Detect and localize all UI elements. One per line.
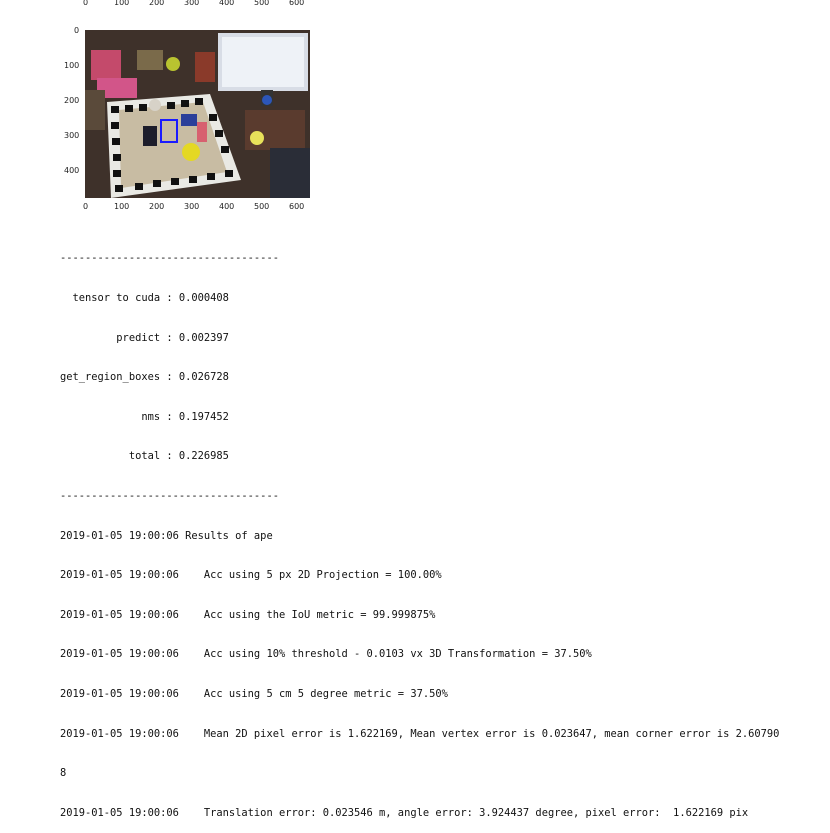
console-line: ----------------------------------- <box>60 489 279 502</box>
bottom-axis-tick: 200 <box>149 202 165 211</box>
top-axis-tick: 200 <box>149 0 165 7</box>
console-line: tensor to cuda : 0.000408 <box>60 292 229 304</box>
console-line: get_region_boxes : 0.026728 <box>60 371 229 384</box>
bottom-axis-tick: 0 <box>83 202 89 211</box>
console-output: ----------------------------------- tens… <box>60 226 830 833</box>
top-axis-tick: 300 <box>184 0 200 7</box>
top-axis-tick: 400 <box>219 0 235 7</box>
console-line: 2019-01-05 19:00:06 Acc using the IoU me… <box>60 608 436 621</box>
left-axis-tick: 200 <box>64 96 80 105</box>
left-axis-tick: 300 <box>64 131 80 140</box>
console-line: 2019-01-05 19:00:06 Acc using 5 px 2D Pr… <box>60 569 442 582</box>
left-axis-tick: 100 <box>64 61 80 70</box>
top-axis-tick: 100 <box>114 0 130 7</box>
console-line: total : 0.226985 <box>60 450 229 463</box>
left-axis-tick: 400 <box>64 166 80 175</box>
top-axis-tick: 500 <box>254 0 270 7</box>
bottom-axis-tick: 400 <box>219 202 235 211</box>
console-line: 2019-01-05 19:00:06 Acc using 10% thresh… <box>60 648 592 661</box>
camera-image <box>85 30 310 198</box>
console-line: 2019-01-05 19:00:06 Translation error: 0… <box>60 806 749 819</box>
console-line: 2019-01-05 19:00:06 Acc using 5 cm 5 deg… <box>60 687 448 700</box>
bottom-axis-tick: 600 <box>289 202 305 211</box>
console-line: nms : 0.197452 <box>60 410 229 423</box>
top-axis-tick: 0 <box>83 0 89 7</box>
bottom-axis-tick: 100 <box>114 202 130 211</box>
bottom-axis-tick: 300 <box>184 202 200 211</box>
console-line: 2019-01-05 19:00:06 Mean 2D pixel error … <box>60 727 780 740</box>
left-axis-tick: 0 <box>74 26 80 35</box>
bottom-axis-tick: 500 <box>254 202 270 211</box>
console-line: 2019-01-05 19:00:06 Results of ape <box>60 529 273 542</box>
top-axis-tick: 600 <box>289 0 305 7</box>
console-line: 8 <box>60 767 67 780</box>
scene-illustration <box>85 30 310 198</box>
console-line: predict : 0.002397 <box>60 331 229 344</box>
console-line: ----------------------------------- <box>60 252 279 265</box>
